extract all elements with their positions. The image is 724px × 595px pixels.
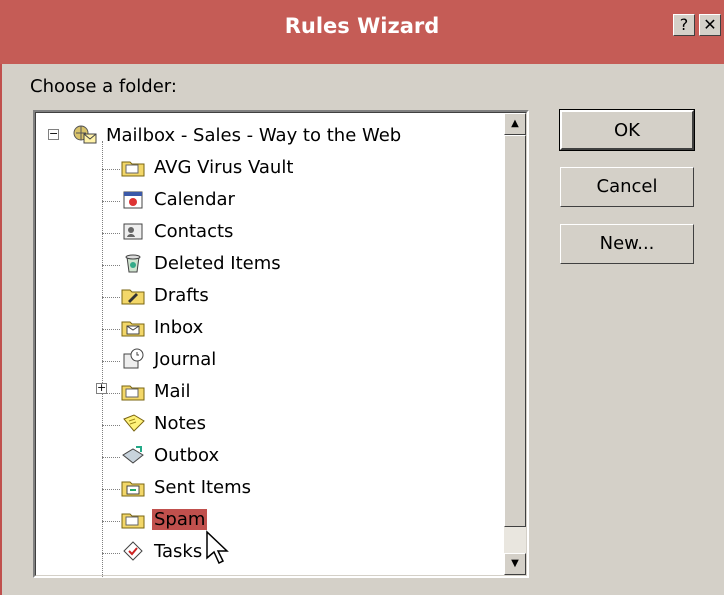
tree-item-tasks[interactable]: Tasks <box>120 537 204 565</box>
help-button[interactable]: ? <box>673 14 695 36</box>
outbox-icon <box>120 443 146 467</box>
tree-line <box>102 297 120 298</box>
tree-item-label: Notes <box>154 412 206 434</box>
tree-line <box>102 233 120 234</box>
title-bar: Rules Wizard ? ✕ <box>0 0 724 64</box>
tree-item-label: Inbox <box>154 316 204 338</box>
ok-button[interactable]: OK <box>559 109 695 151</box>
tree-item-contacts[interactable]: Contacts <box>120 217 235 245</box>
tree-item-label: AVG Virus Vault <box>154 156 294 178</box>
tree-root[interactable]: Mailbox - Sales - Way to the Web <box>72 121 403 149</box>
tree-item-label: Mail <box>154 380 191 402</box>
tree-viewport: − Mailbox - Sales - Way to the Web AVG V… <box>35 112 527 577</box>
journal-icon <box>120 347 146 371</box>
vertical-scrollbar[interactable]: ▲ ▼ <box>504 113 526 575</box>
tree-line <box>102 553 120 554</box>
tree-item-label: Drafts <box>154 284 209 306</box>
tree-item-label-selected: Spam <box>152 508 208 530</box>
tree-item-label: Outbox <box>154 444 220 466</box>
notes-icon <box>120 411 146 435</box>
tree-item-label: Journal <box>154 348 217 370</box>
tree-item-label: Calendar <box>154 188 235 210</box>
tree-item-spam[interactable]: Spam <box>120 505 208 533</box>
scroll-down-button[interactable]: ▼ <box>504 553 526 575</box>
close-button[interactable]: ✕ <box>699 14 721 36</box>
tree-item-journal[interactable]: Journal <box>120 345 218 373</box>
tree-line <box>102 489 120 490</box>
tree-line <box>102 329 120 330</box>
folder-icon <box>120 379 146 403</box>
tree-line <box>102 425 120 426</box>
expand-toggle[interactable]: + <box>96 382 107 394</box>
tree-line <box>102 169 120 170</box>
tasks-icon <box>120 539 146 563</box>
tree-item-deleted-items[interactable]: Deleted Items <box>120 249 283 277</box>
cancel-button[interactable]: Cancel <box>560 167 694 207</box>
tree-item-mail[interactable]: Mail <box>120 377 193 405</box>
tree-item-drafts[interactable]: Drafts <box>120 281 211 309</box>
tree-item-sent-items[interactable]: Sent Items <box>120 473 253 501</box>
tree-item-inbox[interactable]: Inbox <box>120 313 205 341</box>
scroll-thumb[interactable] <box>504 135 526 527</box>
tree-line <box>102 141 103 577</box>
tree-item-label: Contacts <box>154 220 234 242</box>
mouse-pointer-icon <box>205 530 233 570</box>
sent-items-icon <box>120 475 146 499</box>
window-title: Rules Wizard <box>284 14 440 38</box>
tree-line <box>102 457 120 458</box>
tree-item-avg-virus-vault[interactable]: AVG Virus Vault <box>120 153 295 181</box>
new-button[interactable]: New... <box>560 224 694 264</box>
trash-icon <box>120 251 146 275</box>
tree-line <box>102 201 120 202</box>
choose-folder-label: Choose a folder: <box>30 76 177 97</box>
rules-wizard-window: Rules Wizard ? ✕ Choose a folder: − Mail… <box>0 0 724 595</box>
tree-line <box>102 521 120 522</box>
folder-icon <box>120 507 146 531</box>
tree-root-label: Mailbox - Sales - Way to the Web <box>106 124 402 146</box>
tree-line <box>102 265 120 266</box>
scroll-up-button[interactable]: ▲ <box>504 113 526 135</box>
tree-item-notes[interactable]: Notes <box>120 409 208 437</box>
tree-item-label: Sent Items <box>154 476 252 498</box>
mailbox-icon <box>72 123 98 147</box>
folder-tree[interactable]: − Mailbox - Sales - Way to the Web AVG V… <box>33 110 529 578</box>
drafts-icon <box>120 283 146 307</box>
folder-icon <box>120 155 146 179</box>
tree-item-calendar[interactable]: Calendar <box>120 185 237 213</box>
inbox-icon <box>120 315 146 339</box>
tree-item-outbox[interactable]: Outbox <box>120 441 221 469</box>
calendar-icon <box>120 187 146 211</box>
tree-item-label: Tasks <box>154 540 203 562</box>
contacts-icon <box>120 219 146 243</box>
tree-item-label: Deleted Items <box>154 252 281 274</box>
collapse-toggle[interactable]: − <box>48 128 59 140</box>
tree-line <box>102 361 120 362</box>
